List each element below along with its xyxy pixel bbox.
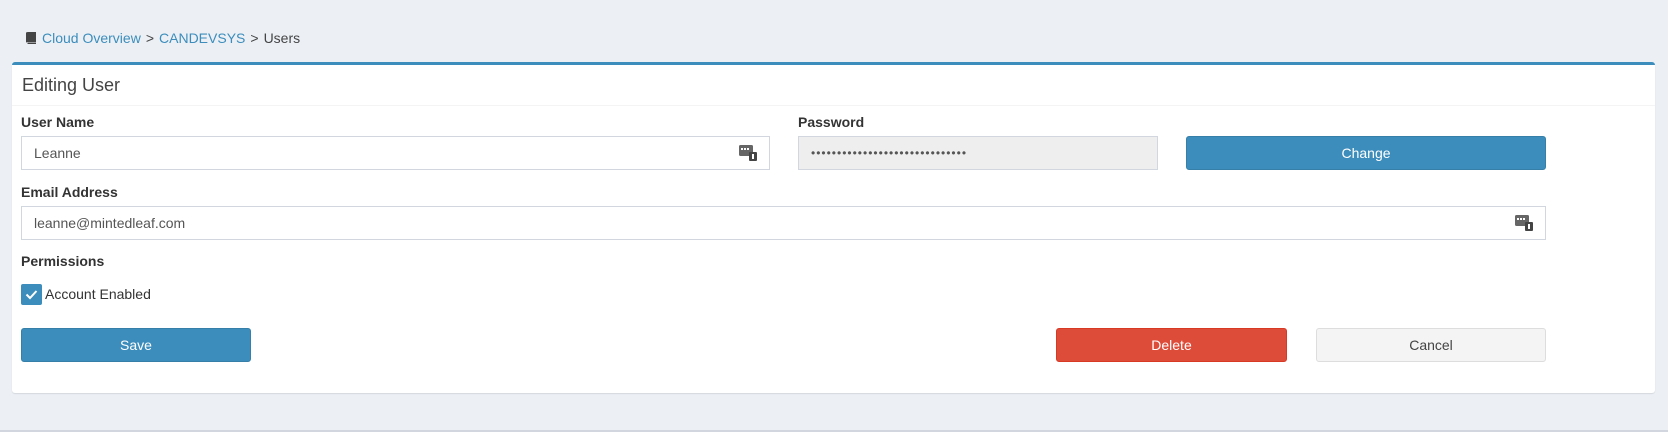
email-field[interactable]: leanne@mintedleaf.com: [21, 206, 1546, 240]
save-button[interactable]: Save: [21, 328, 251, 362]
username-value: Leanne: [34, 145, 81, 161]
password-field: ••••••••••••••••••••••••••••••: [798, 136, 1158, 170]
password-value: ••••••••••••••••••••••••••••••: [811, 146, 968, 160]
breadcrumb-link-candevsys[interactable]: CANDEVSYS: [159, 30, 245, 46]
breadcrumb: Cloud Overview > CANDEVSYS > Users: [26, 28, 300, 48]
email-label: Email Address: [21, 184, 118, 200]
breadcrumb-separator: >: [250, 30, 259, 46]
breadcrumb-separator: >: [145, 30, 155, 46]
change-password-button[interactable]: Change: [1186, 136, 1546, 170]
checkmark-icon: [25, 290, 38, 300]
breadcrumb-current: Users: [263, 30, 301, 46]
book-icon: [26, 32, 36, 44]
username-label: User Name: [21, 114, 95, 130]
keyboard-icon[interactable]: [1515, 215, 1533, 231]
keyboard-icon[interactable]: [739, 145, 757, 161]
panel-header: Editing User: [12, 65, 1655, 106]
account-enabled-label[interactable]: Account Enabled: [45, 286, 151, 302]
cancel-button[interactable]: Cancel: [1316, 328, 1546, 362]
password-label: Password: [798, 114, 865, 130]
delete-button[interactable]: Delete: [1056, 328, 1287, 362]
email-value: leanne@mintedleaf.com: [34, 215, 186, 231]
account-enabled-checkbox[interactable]: [21, 284, 42, 305]
username-field[interactable]: Leanne: [21, 136, 770, 170]
panel-title: Editing User: [22, 75, 121, 95]
permissions-label: Permissions: [21, 253, 105, 269]
breadcrumb-link-cloud-overview[interactable]: Cloud Overview: [42, 30, 141, 46]
editing-user-panel: Editing User User Name Leanne Password •…: [12, 62, 1655, 393]
